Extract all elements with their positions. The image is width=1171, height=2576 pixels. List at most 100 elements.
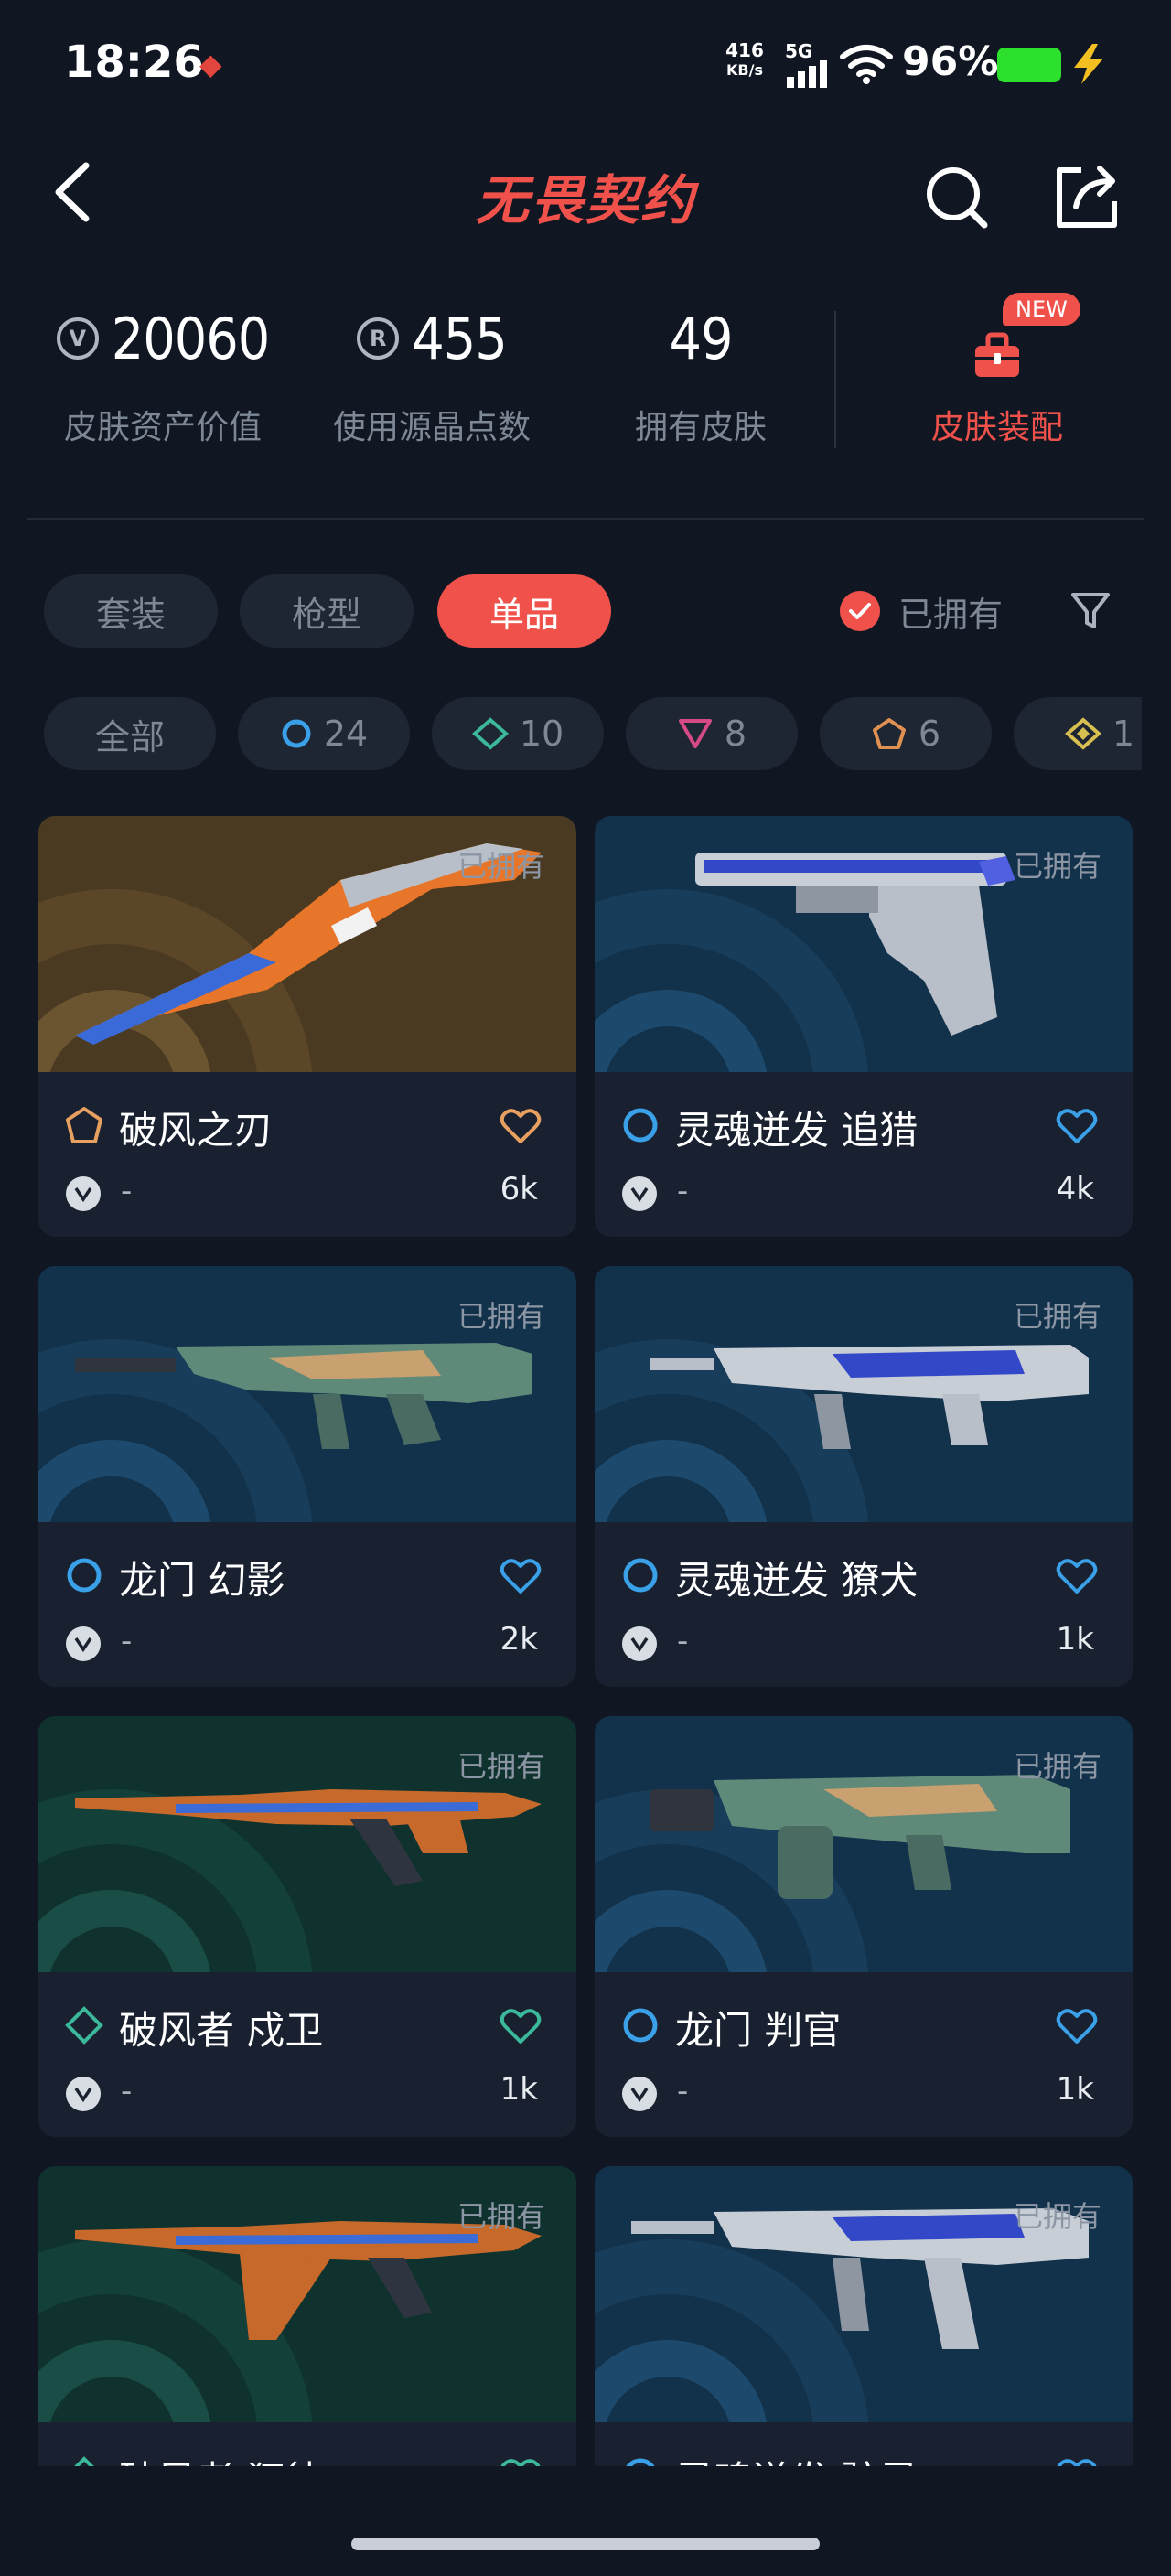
skin-image: 已拥有	[595, 1716, 1133, 1972]
rarity-icon	[623, 1558, 658, 1593]
skin-value: -	[677, 1623, 689, 1659]
chip-premium-tier-count: 8	[724, 714, 747, 754]
rarity-icon	[626, 2458, 655, 2466]
deluxe-tier-icon	[471, 717, 509, 750]
tab-bundle[interactable]: 套装	[44, 574, 218, 648]
stat-owned-skins[interactable]: 49 拥有皮肤	[564, 293, 838, 448]
heart-icon[interactable]	[500, 2457, 542, 2466]
new-badge: NEW	[1003, 293, 1080, 326]
skin-grid: 已拥有 破风之刃 -6k 已拥有 灵魂迸发 追猎 -4k 已拥有 龙门 幻影 -2k 已拥有 灵魂迸…	[0, 816, 1171, 2466]
chip-exclusive-tier[interactable]: 6	[820, 697, 992, 770]
skin-image: 已拥有	[38, 816, 576, 1072]
valorant-point-icon	[622, 2077, 657, 2111]
owned-tag: 已拥有	[457, 849, 545, 884]
points-used-label: 使用源晶点数	[332, 409, 531, 446]
skin-value: -	[677, 1173, 689, 1209]
valorant-point-icon	[622, 1176, 657, 1211]
chip-select-tier[interactable]: 24	[238, 697, 410, 770]
status-time: 18:26	[64, 37, 204, 88]
heart-icon[interactable]	[1056, 2457, 1098, 2466]
chip-deluxe-tier-count: 10	[519, 714, 564, 754]
like-count: 1k	[1056, 2071, 1094, 2108]
network-speed-unit: KB/s	[726, 61, 763, 79]
exclusive-tier-icon	[872, 718, 906, 749]
owned-tag: 已拥有	[1013, 1749, 1101, 1784]
wifi-icon	[840, 45, 893, 84]
heart-icon[interactable]	[500, 1557, 542, 1595]
skin-config-label: 皮肤装配	[930, 409, 1063, 446]
skin-card[interactable]: 已拥有 破风者 戍卫 - 1k	[38, 1716, 576, 2137]
toolkit-icon	[975, 332, 1019, 377]
home-indicator[interactable]	[351, 2538, 820, 2550]
skin-image: 已拥有	[38, 1716, 576, 1972]
heart-icon[interactable]	[500, 1107, 542, 1145]
skin-info: 破风之刃 - 6k	[38, 1072, 576, 1237]
skin-card[interactable]: 已拥有破风者 狂徒-	[38, 2166, 576, 2466]
radianite-point-icon: R	[357, 317, 400, 360]
like-count: 4k	[1056, 1171, 1094, 1208]
skin-card[interactable]: 已拥有破风之刃 - 6k	[38, 816, 576, 1237]
skin-name: 灵魂迸发 骇灵	[675, 2450, 918, 2466]
chip-deluxe-tier[interactable]: 10	[432, 697, 604, 770]
skin-name: 龙门 判官	[675, 2008, 842, 2053]
owned-tag: 已拥有	[457, 1749, 545, 1784]
section-divider	[27, 518, 1144, 520]
share-button[interactable]	[1050, 161, 1123, 234]
chip-all-label: 全部	[94, 716, 165, 757]
app-notification-icon: ◆	[199, 47, 222, 81]
network-type: 5G	[785, 40, 813, 62]
heart-icon[interactable]	[500, 2007, 542, 2045]
battery-icon	[997, 48, 1061, 82]
skin-name: 破风之刃	[119, 1108, 274, 1153]
chip-premium-tier[interactable]: 8	[626, 697, 798, 770]
page-title: 无畏契约	[475, 169, 695, 231]
owned-filter-toggle[interactable]: 已拥有	[840, 582, 1003, 640]
skin-image: 已拥有	[595, 816, 1133, 1072]
skin-image: 已拥有	[595, 2166, 1133, 2422]
check-icon	[840, 591, 880, 631]
rarity-filter-chips: 全部 24 10 8 6 1	[0, 697, 1142, 770]
stats-panel: V 20060 皮肤资产价值 R 455 使用源晶点数 49 拥有皮肤 NEW …	[0, 293, 1171, 467]
owned-skins-label: 拥有皮肤	[634, 409, 767, 446]
rarity-icon	[74, 2456, 94, 2466]
skin-value: -	[121, 2073, 133, 2109]
chip-exclusive-tier-count: 6	[918, 714, 941, 754]
chip-all[interactable]: 全部	[44, 697, 216, 770]
network-speed: 416 KB/s	[719, 40, 770, 80]
asset-value: 20060	[111, 305, 270, 372]
stat-points-used[interactable]: R 455 使用源晶点数	[295, 293, 569, 448]
select-tier-icon	[282, 719, 311, 748]
chip-ultra-tier[interactable]: 1	[1014, 697, 1142, 770]
skin-card[interactable]: 已拥有 灵魂迸发 獠犬 - 1k	[595, 1266, 1133, 1687]
valorant-point-icon	[66, 1176, 101, 1211]
skin-image: 已拥有	[595, 1266, 1133, 1522]
search-button[interactable]	[920, 161, 994, 234]
skin-card[interactable]: 已拥有 龙门 幻影 - 2k	[38, 1266, 576, 1687]
skin-name: 破风者 狂徒	[119, 2450, 323, 2466]
heart-icon[interactable]	[1056, 1107, 1098, 1145]
asset-value-label: 皮肤资产价值	[63, 409, 262, 446]
like-count: 2k	[500, 1621, 538, 1658]
heart-icon[interactable]	[1056, 2007, 1098, 2045]
skin-name: 灵魂迸发 獠犬	[675, 1558, 919, 1603]
owned-tag: 已拥有	[1013, 849, 1101, 884]
filter-button[interactable]	[1061, 582, 1120, 640]
skin-info: 灵魂迸发 追猎 - 4k	[595, 1072, 1133, 1237]
skin-image: 已拥有	[38, 1266, 576, 1522]
back-button[interactable]	[40, 156, 104, 229]
tab-single-item[interactable]: 单品	[437, 574, 611, 648]
skin-card[interactable]: 已拥有龙门 判官 - 1k	[595, 1716, 1133, 2137]
valorant-point-icon	[66, 2077, 101, 2111]
stat-asset-value[interactable]: V 20060 皮肤资产价值	[26, 293, 300, 448]
skin-name: 破风者 戍卫	[119, 2008, 324, 2053]
skin-info: 破风者 狂徒-	[38, 2422, 576, 2466]
rarity-icon	[623, 1108, 658, 1143]
skin-info: 灵魂迸发 骇灵-	[595, 2422, 1133, 2466]
skin-card[interactable]: 已拥有灵魂迸发 骇灵-	[595, 2166, 1133, 2466]
chip-ultra-tier-count: 1	[1112, 714, 1135, 754]
tab-weapon-type[interactable]: 枪型	[240, 574, 414, 648]
skin-value: -	[677, 2073, 689, 2109]
heart-icon[interactable]	[1056, 1557, 1098, 1595]
share-icon	[1057, 166, 1117, 228]
skin-card[interactable]: 已拥有 灵魂迸发 追猎 - 4k	[595, 816, 1133, 1237]
